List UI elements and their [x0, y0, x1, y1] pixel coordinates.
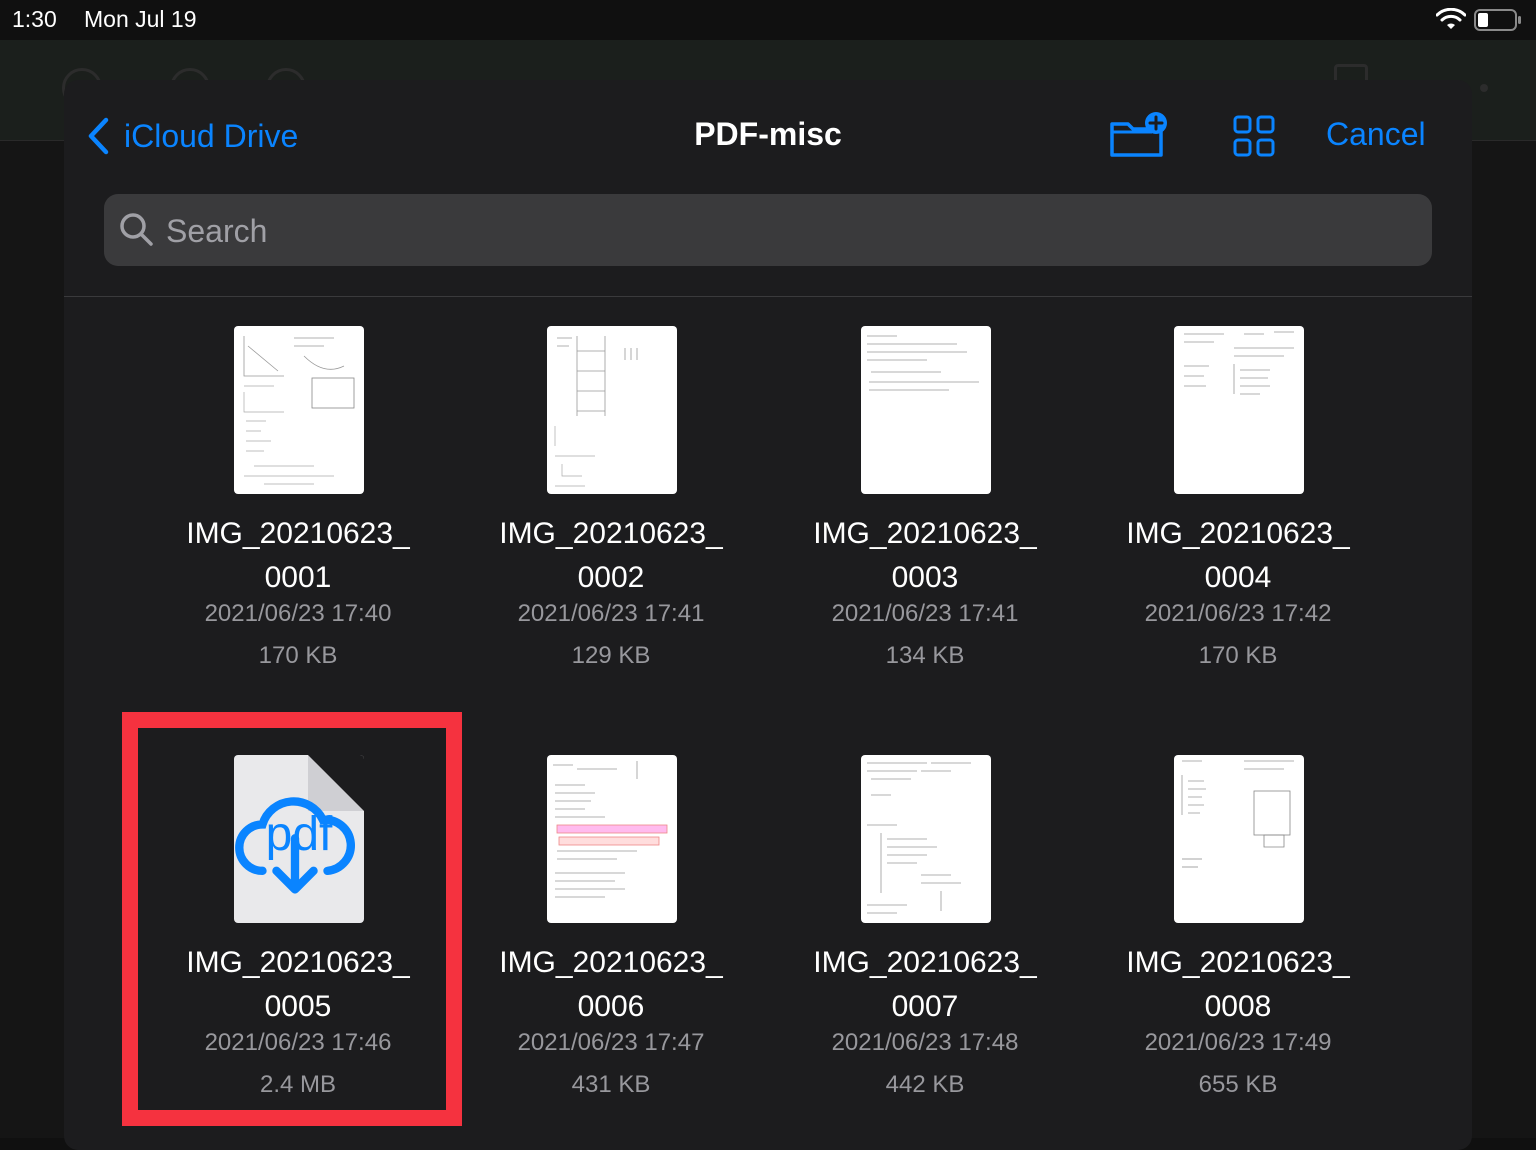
file-name: IMG_20210623_ 0005	[148, 941, 448, 1029]
file-thumbnail	[547, 326, 677, 494]
file-name: IMG_20210623_ 0006	[461, 941, 761, 1029]
file-name-line: 0004	[1204, 561, 1272, 594]
file-thumbnail	[861, 326, 991, 494]
chevron-left-icon	[88, 117, 109, 155]
file-size: 170 KB	[1198, 642, 1278, 669]
handwritten-page-thumbnail	[1181, 760, 1294, 868]
file-picker-sheet: iCloud Drive PDF-misc Cancel Search IMG_…	[64, 80, 1472, 1150]
wifi-icon	[1436, 8, 1466, 29]
handwritten-page-thumbnail	[867, 762, 971, 914]
file-name-line: IMG_20210623_	[1126, 517, 1350, 550]
search-icon	[120, 213, 153, 246]
file-name-line: IMG_20210623_	[499, 946, 723, 979]
file-size: 431 KB	[571, 1071, 651, 1098]
file-name-line: 0008	[1204, 990, 1272, 1023]
file-name-line: IMG_20210623_	[813, 517, 1037, 550]
file-name-line: 0002	[577, 561, 645, 594]
file-name: IMG_20210623_ 0007	[775, 941, 1075, 1029]
file-name-line: IMG_20210623_	[186, 946, 410, 979]
file-name-line: 0005	[264, 990, 332, 1023]
file-name-line: 0001	[264, 561, 332, 594]
file-date: 2021/06/23 17:47	[517, 1029, 705, 1056]
file-size: 442 KB	[885, 1071, 965, 1098]
status-bar: 1:30 Mon Jul 19	[0, 0, 1536, 40]
handwritten-page-thumbnail	[243, 336, 355, 485]
file-thumbnail	[1174, 326, 1304, 494]
file-thumbnail	[234, 326, 364, 494]
back-button[interactable]: iCloud Drive	[86, 114, 298, 158]
file-thumbnail	[861, 755, 991, 923]
file-size: 134 KB	[885, 642, 965, 669]
file-size: 2.4 MB	[259, 1071, 337, 1098]
file-date: 2021/06/23 17:41	[831, 600, 1019, 627]
handwritten-page-thumbnail	[553, 761, 668, 898]
grid-view-icon[interactable]	[1232, 114, 1276, 158]
back-button-label: iCloud Drive	[124, 117, 299, 154]
search-input[interactable]	[164, 194, 1418, 268]
battery-icon	[1474, 9, 1521, 31]
status-time: 1:30	[12, 6, 57, 32]
file-date: 2021/06/23 17:48	[831, 1029, 1019, 1056]
file-name-line: IMG_20210623_	[1126, 946, 1350, 979]
file-name-line: 0007	[891, 990, 959, 1023]
cancel-button[interactable]: Cancel	[1326, 116, 1426, 153]
file-thumbnail	[547, 755, 677, 923]
status-date: Mon Jul 19	[84, 6, 197, 32]
pdf-label: pdf	[265, 808, 333, 861]
file-date: 2021/06/23 17:42	[1144, 600, 1332, 627]
file-name: IMG_20210623_ 0008	[1088, 941, 1388, 1029]
file-size: 129 KB	[571, 642, 651, 669]
file-name: IMG_20210623_ 0004	[1088, 512, 1388, 600]
file-thumbnail	[1174, 755, 1304, 923]
handwritten-page-thumbnail	[1184, 331, 1294, 395]
file-name-line: IMG_20210623_	[813, 946, 1037, 979]
new-folder-icon[interactable]	[1108, 112, 1170, 158]
file-date: 2021/06/23 17:40	[204, 600, 392, 627]
file-name: IMG_20210623_ 0001	[148, 512, 448, 600]
file-date: 2021/06/23 17:46	[204, 1029, 392, 1056]
divider	[64, 296, 1472, 297]
file-name-line: IMG_20210623_	[499, 517, 723, 550]
file-size: 655 KB	[1198, 1071, 1278, 1098]
file-name-line: 0006	[577, 990, 645, 1023]
file-name-line: 0003	[891, 561, 959, 594]
search-bar[interactable]	[104, 194, 1432, 268]
file-name: IMG_20210623_ 0003	[775, 512, 1075, 600]
file-name: IMG_20210623_ 0002	[461, 512, 761, 600]
handwritten-page-thumbnail	[867, 335, 979, 391]
file-date: 2021/06/23 17:49	[1144, 1029, 1332, 1056]
background-dot-icon	[1480, 84, 1488, 92]
file-size: 170 KB	[258, 642, 338, 669]
handwritten-page-thumbnail	[554, 336, 638, 487]
file-date: 2021/06/23 17:41	[517, 600, 705, 627]
file-name-line: IMG_20210623_	[186, 517, 410, 550]
pdf-thumbnail: pdf	[234, 755, 364, 923]
